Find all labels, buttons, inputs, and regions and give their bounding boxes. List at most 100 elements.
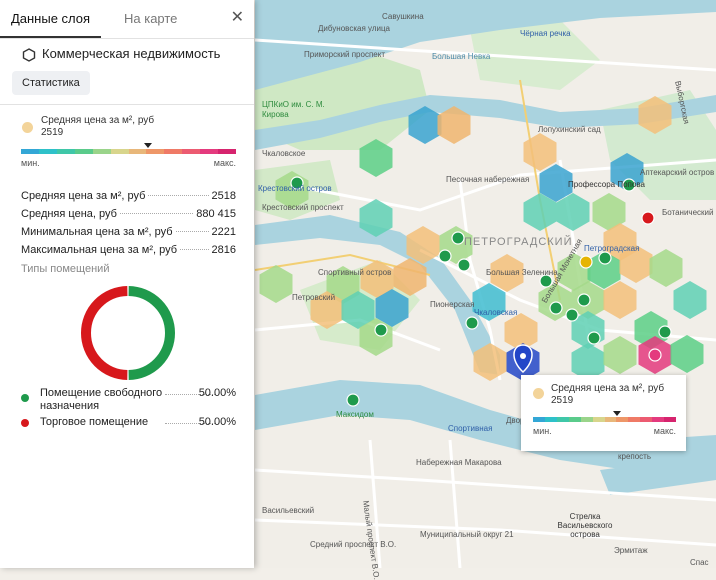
stat-value: 880 415 [196, 208, 236, 220]
stat-label: Максимальная цена за м², руб [21, 244, 178, 256]
stat-label: Минимальная цена за м², руб [21, 226, 173, 238]
map-label: Дибуновская улица [318, 24, 390, 33]
metro-label: Чёрная речка [520, 29, 571, 38]
map-label: Профессора Попова [568, 180, 645, 189]
poi-icon[interactable] [374, 323, 388, 337]
metro-label: Спортивная [448, 424, 493, 433]
landmark-label: Стрелка Васильевского острова [557, 512, 613, 539]
room-types-donut-chart [81, 286, 175, 380]
poi-icon[interactable] [457, 258, 471, 272]
water-label: Большая Невка [432, 52, 491, 61]
map-legend-card: Средняя цена за м², руб 2519 мин. макс. [521, 375, 686, 451]
scale-segment [664, 417, 677, 422]
poi-icon[interactable] [579, 255, 593, 269]
map-label: Эрмитаж [614, 546, 648, 555]
map-label: Васильевский [262, 506, 315, 515]
legend-swatch [533, 388, 544, 399]
district-label: ПЕТРОГРАДСКИЙ [464, 236, 573, 248]
scale-segment [652, 417, 665, 422]
scale-segment [164, 149, 183, 154]
legend-value: 2519 [551, 395, 574, 406]
divider [0, 104, 254, 105]
room-type-row: Торговое помещение 50.00% [21, 416, 236, 430]
map-label: Песочная набережная [446, 175, 530, 184]
legend-min-label: мин. [21, 158, 40, 168]
layer-side-panel: Данные слоя На карте ✕ Коммерческая недв… [0, 0, 254, 568]
stat-row: Средняя цена, руб 880 415 [21, 208, 236, 223]
poi-icon[interactable] [565, 308, 579, 322]
park-label: ЦПКиО им. С. М. Кирова [262, 100, 325, 119]
stat-row: Средняя цена за м², руб 2518 [21, 190, 236, 205]
metro-label: Чкаловская [474, 308, 518, 317]
donut-slice [81, 286, 128, 380]
close-icon[interactable]: ✕ [231, 10, 244, 26]
room-type-value: 50.00% [198, 416, 236, 428]
scale-segment [592, 417, 605, 422]
map-label: Спортивный остров [318, 268, 392, 277]
map-label: Лопухинский сад [538, 125, 601, 134]
scale-segment [128, 149, 147, 154]
legend-swatch [22, 122, 33, 133]
poi-icon[interactable] [598, 251, 612, 265]
map-label: Аптекарский остров [640, 168, 715, 177]
scale-segment [38, 149, 57, 154]
legend-min-label: мин. [533, 426, 552, 436]
street-label: Средний проспект В.О. [310, 540, 397, 549]
stat-row: Максимальная цена за м², руб 2816 [21, 244, 236, 259]
hexagon-icon [22, 48, 36, 62]
poi-icon[interactable] [658, 325, 672, 339]
scale-segment [533, 417, 545, 422]
stat-value: 2518 [211, 190, 236, 202]
scale-segment [568, 417, 581, 422]
scale-segment [640, 417, 653, 422]
legend-marker [143, 143, 152, 148]
scale-segment [146, 149, 165, 154]
scale-segment [74, 149, 93, 154]
scale-segment [110, 149, 129, 154]
room-type-label: Помещение свободного назначения [40, 387, 163, 412]
legend-label: Средняя цена за м², руб [41, 115, 155, 126]
room-type-value: 50.00% [198, 387, 236, 399]
map-label: Большая Зеленина [486, 268, 558, 277]
map-label: Пионерская [430, 300, 475, 309]
scale-segment [628, 417, 641, 422]
poi-icon[interactable] [346, 393, 360, 407]
scale-segment [556, 417, 569, 422]
map-label: Савушкина [382, 12, 424, 21]
scale-segment [182, 149, 201, 154]
stat-label: Средняя цена, руб [21, 208, 117, 220]
scale-segment [21, 149, 39, 154]
poi-icon[interactable] [587, 331, 601, 345]
poi-icon[interactable] [438, 249, 452, 263]
scale-segment [56, 149, 75, 154]
room-type-label: Торговое помещение [40, 416, 149, 428]
poi-icon[interactable] [641, 211, 655, 225]
poi-icon[interactable] [465, 316, 479, 330]
legend-color-scale [21, 149, 237, 154]
map-label: крепость [618, 452, 652, 461]
legend-value: 2519 [41, 127, 64, 138]
legend-color-scale [533, 417, 677, 422]
stat-value: 2221 [211, 226, 236, 238]
poi-icon[interactable] [648, 348, 662, 362]
stat-value: 2816 [211, 244, 236, 256]
statistics-button[interactable]: Статистика [12, 71, 90, 95]
room-types-title: Типы помещений [21, 263, 110, 275]
legend-dot-free-purpose [21, 394, 29, 402]
tab-on-map[interactable]: На карте [124, 0, 177, 38]
poi-icon[interactable] [577, 293, 591, 307]
stat-label: Средняя цена за м², руб [21, 190, 146, 202]
poi-icon[interactable] [451, 231, 465, 245]
scale-segment [616, 417, 629, 422]
metro-label: Крестовский остров [258, 184, 332, 193]
map-label: Крестовский проспект [262, 203, 344, 212]
scale-segment [92, 149, 111, 154]
poi-icon[interactable] [549, 301, 563, 315]
room-type-row: Помещение свободного назначения 50.00% [21, 387, 236, 413]
map-label: Ботанический [662, 208, 714, 217]
scale-segment [580, 417, 593, 422]
tab-layer-data[interactable]: Данные слоя [0, 0, 101, 38]
legend-label: Средняя цена за м², руб [551, 383, 665, 394]
map-label: Приморский проспект [304, 50, 385, 59]
scale-segment [544, 417, 557, 422]
